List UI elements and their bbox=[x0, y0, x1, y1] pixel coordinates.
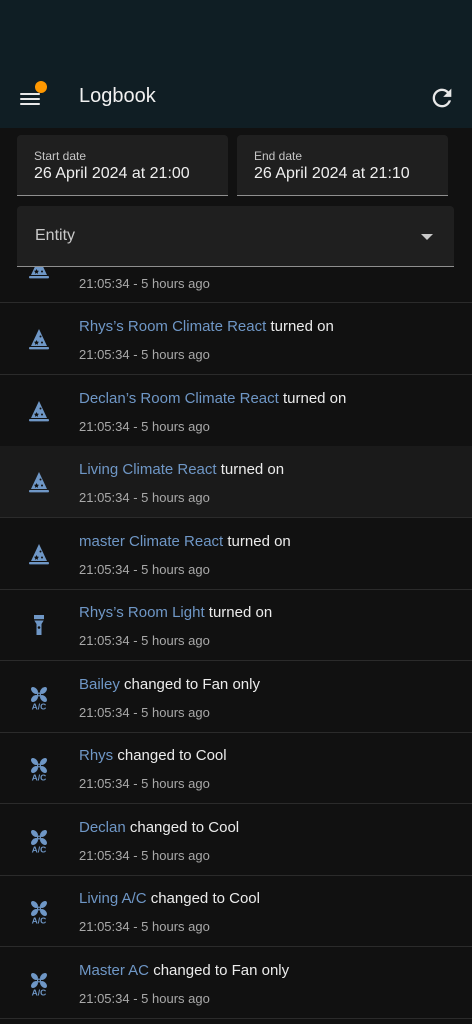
air-conditioner-icon: A/C bbox=[26, 898, 52, 924]
entity-link[interactable]: Rhys bbox=[79, 747, 113, 764]
air-conditioner-icon: A/C bbox=[26, 827, 52, 853]
list-item[interactable]: Declan’s Room Climate React turned on 21:… bbox=[0, 375, 472, 447]
list-item[interactable]: Rhys’s Room Light turned on 21:05:34 - 5 … bbox=[0, 589, 472, 661]
list-item[interactable]: 21:05:34 - 5 hours ago bbox=[0, 267, 472, 303]
entry-action: changed to Cool bbox=[150, 890, 260, 907]
entry-message: Living Climate React turned on bbox=[79, 461, 284, 478]
svg-text:A/C: A/C bbox=[32, 701, 47, 710]
entry-action: changed to Fan only bbox=[124, 675, 260, 693]
entry-time: 21:05:34 - 5 hours ago bbox=[79, 561, 210, 577]
list-item[interactable]: A/C Living A/C changed to Cool 21:05:34 - … bbox=[0, 875, 472, 947]
entry-action: turned on bbox=[208, 604, 273, 621]
entry-action: turned on bbox=[282, 389, 347, 407]
entry-time: 21:05:34 - 5 hours ago bbox=[79, 633, 210, 648]
menu-button[interactable] bbox=[18, 81, 47, 110]
entry-message: Living A/C changed to Cool bbox=[79, 890, 260, 907]
status-bar-area bbox=[0, 0, 472, 70]
refresh-button[interactable] bbox=[428, 84, 456, 112]
entry-action: turned on bbox=[270, 318, 334, 335]
entry-action: changed to Cool bbox=[129, 818, 240, 836]
entry-action: turned on bbox=[220, 461, 285, 478]
entry-time: 21:05:34 - 5 hours ago bbox=[79, 347, 210, 362]
entity-picker[interactable]: Entity bbox=[17, 206, 454, 267]
entry-message: master Climate React turned on bbox=[79, 533, 291, 550]
end-date-field[interactable]: End date 26 April 2024 at 21:10 bbox=[237, 135, 448, 196]
entity-link[interactable]: Rhys’s Room Climate React bbox=[79, 318, 266, 335]
entity-picker-label: Entity bbox=[35, 227, 76, 244]
entry-time: 21:05:34 - 5 hours ago bbox=[79, 276, 210, 291]
refresh-icon bbox=[432, 88, 452, 108]
notification-badge bbox=[35, 81, 47, 93]
entity-link[interactable]: Living A/C bbox=[79, 890, 147, 907]
wizard-hat-icon bbox=[26, 541, 52, 567]
wizard-hat-icon bbox=[26, 326, 52, 352]
entity-link[interactable]: Declan’s Room Climate React bbox=[79, 390, 279, 407]
entry-message: Declan’s Room Climate React turned on bbox=[79, 390, 346, 407]
entity-link[interactable]: Declan bbox=[79, 819, 126, 836]
entry-message: Bailey changed to Fan only bbox=[79, 676, 260, 693]
entry-time: 21:05:34 - 5 hours ago bbox=[79, 704, 210, 720]
entry-time: 21:05:34 - 5 hours ago bbox=[79, 418, 210, 434]
entity-link[interactable]: master Climate React bbox=[79, 533, 223, 550]
svg-text:A/C: A/C bbox=[32, 773, 47, 782]
air-conditioner-icon: A/C bbox=[26, 970, 52, 996]
start-date-label: Start date bbox=[34, 149, 87, 163]
start-date-field[interactable]: Start date 26 April 2024 at 21:00 bbox=[17, 135, 228, 196]
entry-message: Rhys’s Room Light turned on bbox=[79, 604, 272, 621]
entity-link[interactable]: Master AC bbox=[79, 962, 149, 979]
list-item[interactable]: A/C Rhys changed to Cool 21:05:34 - 5 hour… bbox=[0, 732, 472, 804]
svg-text:A/C: A/C bbox=[32, 916, 47, 925]
entry-action: turned on bbox=[227, 532, 291, 550]
air-conditioner-icon: A/C bbox=[26, 755, 52, 781]
entry-time: 21:05:34 - 5 hours ago bbox=[79, 490, 210, 505]
entity-link[interactable]: Rhys’s Room Light bbox=[79, 604, 205, 621]
list-item[interactable]: Rhys’s Room Climate React turned on 21:05… bbox=[0, 303, 472, 375]
page-title: Logbook bbox=[79, 85, 156, 107]
entry-time: 21:05:34 - 5 hours ago bbox=[79, 776, 210, 791]
logbook-list[interactable]: 21:05:34 - 5 hours ago Rhys’s Room Clima… bbox=[0, 267, 472, 1024]
svg-text:A/C: A/C bbox=[32, 987, 47, 996]
list-item[interactable]: A/C Master AC changed to Fan only 21:05:34… bbox=[0, 947, 472, 1019]
start-date-value: 26 April 2024 at 21:00 bbox=[34, 165, 190, 182]
entry-action: changed to Fan only bbox=[153, 961, 290, 979]
svg-text:A/C: A/C bbox=[32, 844, 47, 853]
end-date-value: 26 April 2024 at 21:10 bbox=[254, 165, 410, 182]
app-bar: Logbook bbox=[0, 70, 472, 128]
flashlight-icon bbox=[26, 612, 52, 638]
entry-message: Rhys’s Room Climate React turned on bbox=[79, 318, 334, 335]
air-conditioner-icon: A/C bbox=[26, 684, 52, 710]
dropdown-arrow-icon bbox=[421, 234, 433, 240]
wizard-hat-icon bbox=[26, 469, 52, 495]
entry-time: 21:05:34 - 5 hours ago bbox=[79, 990, 210, 1006]
list-item[interactable]: Living Climate React turned on 21:05:34 -… bbox=[0, 446, 472, 518]
list-item[interactable]: A/C Bailey changed to Fan only 21:05:34 - … bbox=[0, 661, 472, 733]
entry-action: changed to Cool bbox=[117, 747, 227, 764]
entry-time: 21:05:34 - 5 hours ago bbox=[79, 919, 210, 934]
wizard-hat-icon bbox=[26, 267, 52, 281]
entry-message: Declan changed to Cool bbox=[79, 819, 239, 836]
wizard-hat-icon bbox=[26, 398, 52, 424]
list-item[interactable]: A/C Declan changed to Cool 21:05:34 - 5 ho… bbox=[0, 804, 472, 876]
entity-link[interactable]: Living Climate React bbox=[79, 461, 217, 478]
entry-message: Master AC changed to Fan only bbox=[79, 962, 289, 979]
entry-message: Rhys changed to Cool bbox=[79, 747, 227, 764]
entity-link[interactable]: Bailey bbox=[79, 676, 120, 693]
end-date-label: End date bbox=[254, 149, 303, 163]
entry-time: 21:05:34 - 5 hours ago bbox=[79, 847, 210, 863]
list-item[interactable]: master Climate React turned on 21:05:34 -… bbox=[0, 518, 472, 590]
